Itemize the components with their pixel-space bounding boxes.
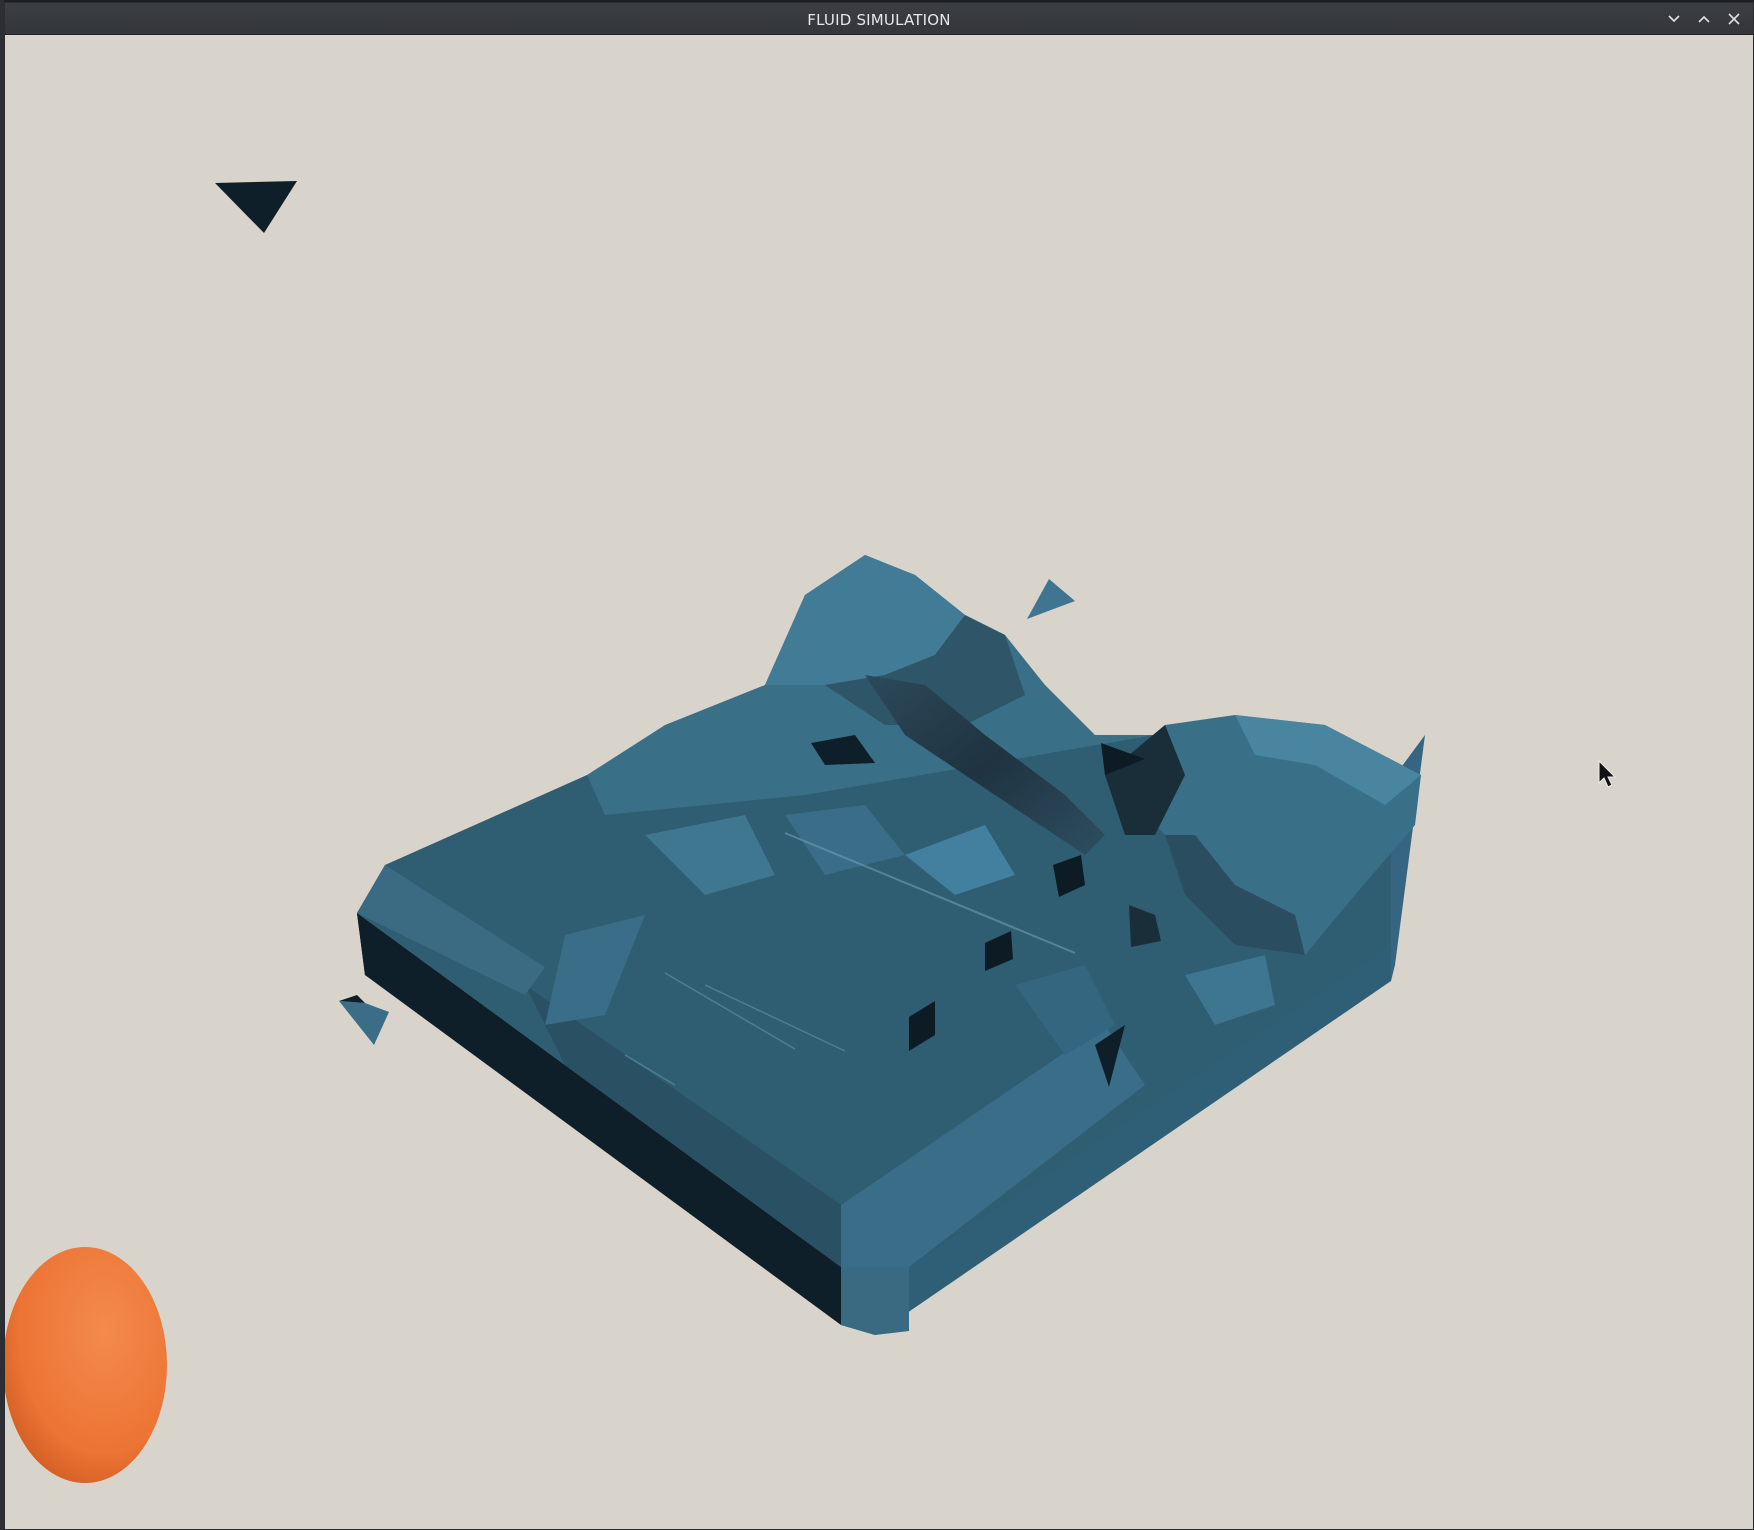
title-bar[interactable]: FLUID SIMULATION bbox=[5, 3, 1753, 35]
app-window: FLUID SIMULATION bbox=[4, 2, 1754, 1530]
window-title: FLUID SIMULATION bbox=[807, 11, 951, 29]
orange-sphere[interactable] bbox=[5, 1247, 167, 1483]
chevron-up-icon bbox=[1698, 15, 1710, 23]
fluid-droplet bbox=[339, 1001, 389, 1045]
fluid-surface-mesh bbox=[357, 555, 1425, 1335]
fluid-droplet bbox=[215, 181, 297, 233]
mouse-pointer-icon bbox=[1598, 759, 1617, 788]
simulation-viewport[interactable] bbox=[5, 35, 1753, 1529]
maximize-button[interactable] bbox=[1693, 8, 1715, 30]
close-button[interactable] bbox=[1723, 8, 1745, 30]
fluid-scene-canvas[interactable] bbox=[5, 35, 1753, 1529]
minimize-button[interactable] bbox=[1663, 8, 1685, 30]
chevron-down-icon bbox=[1668, 15, 1680, 23]
window-controls bbox=[1663, 8, 1745, 30]
close-icon bbox=[1728, 13, 1740, 25]
fluid-droplet bbox=[1027, 579, 1075, 619]
